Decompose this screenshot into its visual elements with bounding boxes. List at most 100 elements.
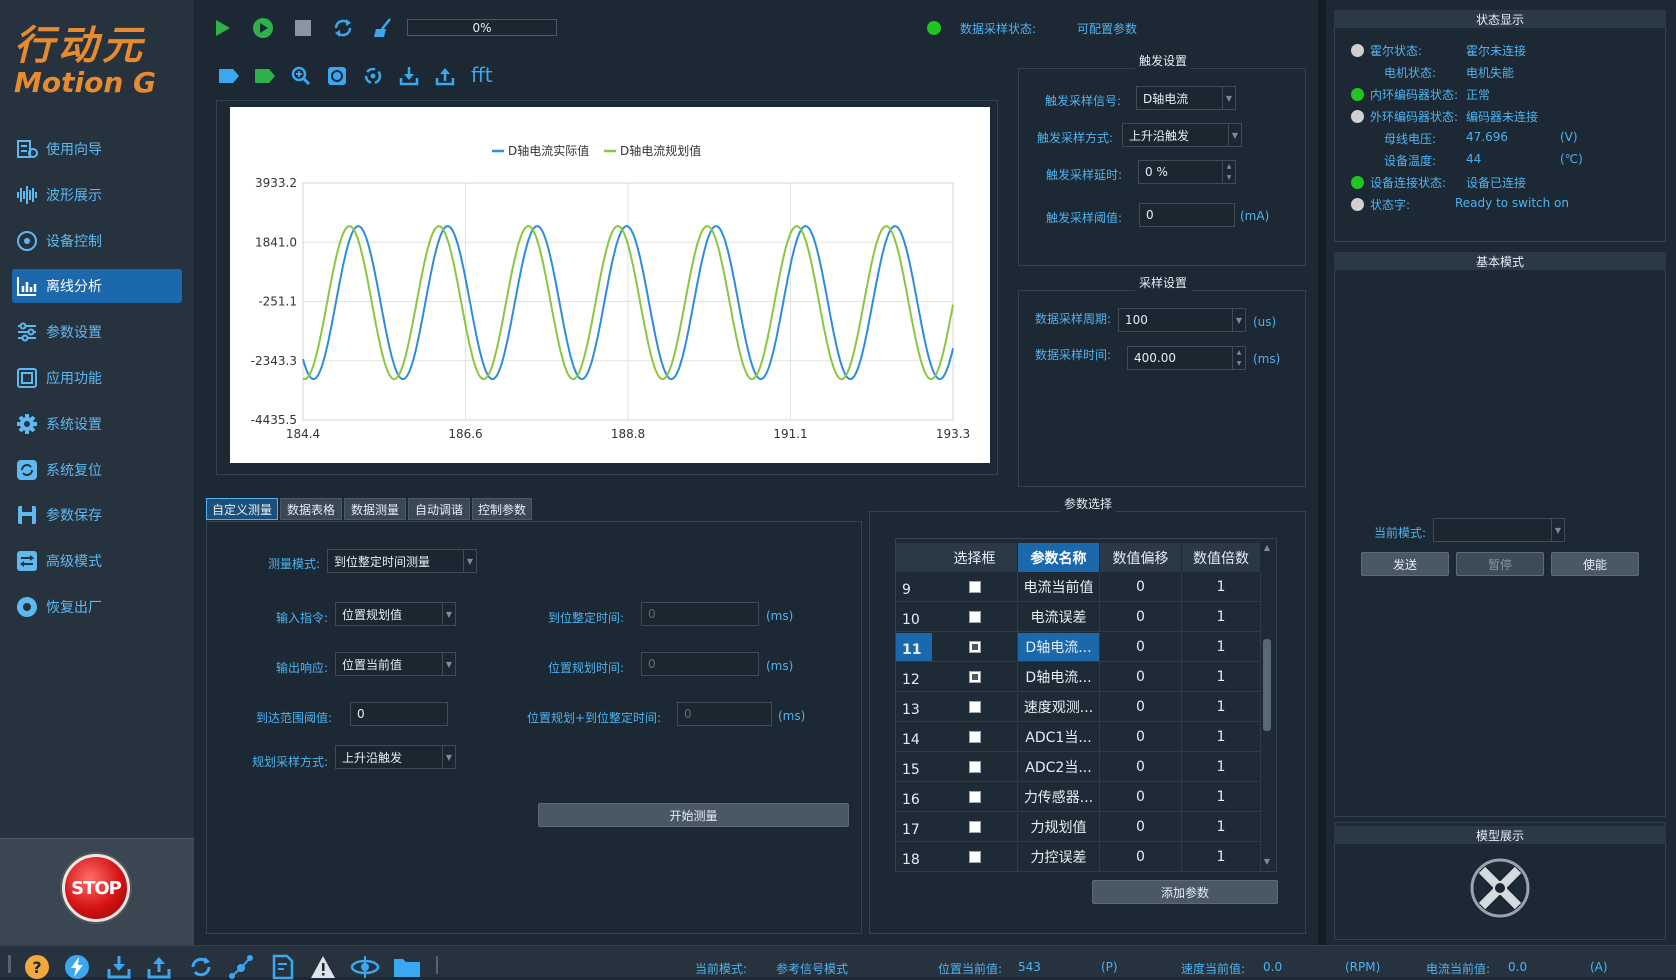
table-row-offset[interactable]: 0 <box>1100 603 1182 632</box>
table-row-checkbox-cell[interactable] <box>932 813 1018 842</box>
table-row-scale[interactable]: 1 <box>1182 603 1261 632</box>
table-row-name[interactable]: 力控误差 <box>1018 843 1100 872</box>
table-row-checkbox-cell[interactable] <box>932 783 1018 812</box>
warning-icon[interactable] <box>310 954 336 980</box>
table-row-scale[interactable]: 1 <box>1182 663 1261 692</box>
table-scrollbar[interactable]: ▲ ▼ <box>1261 543 1273 869</box>
sidebar-item-0[interactable]: 使用向导 <box>12 132 182 166</box>
fft-button[interactable]: fft <box>471 63 493 87</box>
range-threshold-input[interactable]: 0 <box>350 702 448 726</box>
checkbox[interactable] <box>968 641 981 653</box>
table-row-number[interactable]: 15 <box>896 753 932 782</box>
sidebar-item-6[interactable]: 系统设置 <box>12 407 182 441</box>
tab-1[interactable]: 数据表格 <box>280 498 342 520</box>
table-row-name[interactable]: ADC2当... <box>1018 753 1100 782</box>
sidebar-item-4[interactable]: 参数设置 <box>12 315 182 349</box>
sidebar-item-7[interactable]: 系统复位 <box>12 453 182 487</box>
table-row-offset[interactable]: 0 <box>1100 813 1182 842</box>
table-row-number[interactable]: 18 <box>896 843 932 872</box>
table-row-offset[interactable]: 0 <box>1100 783 1182 812</box>
spin-arrows-icon[interactable]: ▲ ▼ <box>1222 161 1235 183</box>
table-row-checkbox-cell[interactable] <box>932 843 1018 872</box>
download-device-icon[interactable] <box>106 954 132 980</box>
sidebar-item-10[interactable]: 恢复出厂 <box>12 590 182 624</box>
start-measure-button[interactable]: 开始测量 <box>538 803 849 827</box>
current-mode-select[interactable]: ▼ <box>1433 518 1565 542</box>
pause-button[interactable]: 暂停 <box>1456 552 1544 576</box>
table-row-scale[interactable]: 1 <box>1182 723 1261 752</box>
table-row-number[interactable]: 11 <box>896 633 932 662</box>
sampling-time-spinbox[interactable]: 400.00 ▲ ▼ <box>1127 346 1246 370</box>
table-row-number[interactable]: 9 <box>896 573 932 602</box>
trigger-mode-select[interactable]: 上升沿触发 ▼ <box>1122 123 1242 147</box>
table-row-number[interactable]: 14 <box>896 723 932 752</box>
table-row-checkbox-cell[interactable] <box>932 693 1018 722</box>
table-row-offset[interactable]: 0 <box>1100 573 1182 602</box>
help-icon[interactable]: ? <box>24 954 50 980</box>
table-row-scale[interactable]: 1 <box>1182 573 1261 602</box>
table-row-number[interactable]: 17 <box>896 813 932 842</box>
output-response-select[interactable]: 位置当前值 ▼ <box>335 652 456 676</box>
table-row-checkbox-cell[interactable] <box>932 633 1018 662</box>
checkbox[interactable] <box>968 581 981 593</box>
table-row-checkbox-cell[interactable] <box>932 663 1018 692</box>
table-row-checkbox-cell[interactable] <box>932 753 1018 782</box>
tab-3[interactable]: 自动调谐 <box>408 498 470 520</box>
sidebar-item-1[interactable]: 波形展示 <box>12 178 182 212</box>
spin-arrows-icon[interactable]: ▲ ▼ <box>1232 347 1245 369</box>
sync-icon[interactable] <box>188 954 214 980</box>
input-command-select[interactable]: 位置规划值 ▼ <box>335 602 456 626</box>
table-header-0[interactable]: 选择框 <box>932 543 1018 572</box>
sidebar-item-2[interactable]: 设备控制 <box>12 224 182 258</box>
download-icon[interactable] <box>398 65 420 87</box>
table-row-name[interactable]: 力规划值 <box>1018 813 1100 842</box>
refresh-icon[interactable] <box>332 17 354 39</box>
tab-0[interactable]: 自定义测量 <box>206 498 278 520</box>
broom-icon[interactable] <box>372 17 394 39</box>
checkbox[interactable] <box>968 851 981 863</box>
plan-mode-select[interactable]: 上升沿触发 ▼ <box>335 745 456 769</box>
table-row-scale[interactable]: 1 <box>1182 633 1261 662</box>
sampling-period-select[interactable]: 100 ▼ <box>1118 308 1246 332</box>
play-icon[interactable] <box>212 17 234 39</box>
checkbox[interactable] <box>968 761 981 773</box>
table-row-name[interactable]: 电流误差 <box>1018 603 1100 632</box>
table-row-number[interactable]: 10 <box>896 603 932 632</box>
table-row-offset[interactable]: 0 <box>1100 663 1182 692</box>
waveform-chart[interactable]: 184.4 186.6 188.8 191.1 193.3 3933.2 1841.0 -25… <box>230 107 990 463</box>
tag-green-icon[interactable] <box>254 65 276 87</box>
table-row-checkbox-cell[interactable] <box>932 573 1018 602</box>
table-row-scale[interactable]: 1 <box>1182 753 1261 782</box>
table-row-name[interactable]: D轴电流... <box>1018 633 1100 662</box>
plan-time-input[interactable]: 0 <box>641 652 759 676</box>
stop-square-icon[interactable] <box>292 17 314 39</box>
checkbox[interactable] <box>968 671 981 683</box>
table-row-number[interactable]: 12 <box>896 663 932 692</box>
table-row-name[interactable]: 力传感器... <box>1018 783 1100 812</box>
checkbox[interactable] <box>968 821 981 833</box>
fit-icon[interactable] <box>326 65 348 87</box>
add-param-button[interactable]: 添加参数 <box>1092 880 1278 904</box>
scroll-up-icon[interactable]: ▲ <box>1261 543 1273 555</box>
table-row-offset[interactable]: 0 <box>1100 843 1182 872</box>
table-row-scale[interactable]: 1 <box>1182 693 1261 722</box>
move-icon[interactable] <box>362 65 384 87</box>
checkbox[interactable] <box>968 611 981 623</box>
scroll-down-icon[interactable]: ▼ <box>1261 857 1273 869</box>
checkbox[interactable] <box>968 731 981 743</box>
enable-button[interactable]: 使能 <box>1551 552 1639 576</box>
table-header-2[interactable]: 数值偏移 <box>1100 543 1182 572</box>
table-row-offset[interactable]: 0 <box>1100 693 1182 722</box>
upload-device-icon[interactable] <box>146 954 172 980</box>
table-row-name[interactable]: ADC1当... <box>1018 723 1100 752</box>
folder-icon[interactable] <box>392 954 422 980</box>
table-row-number[interactable]: 16 <box>896 783 932 812</box>
table-row-checkbox-cell[interactable] <box>932 603 1018 632</box>
upload-icon[interactable] <box>434 65 456 87</box>
table-header-1[interactable]: 参数名称 <box>1018 543 1100 572</box>
network-icon[interactable] <box>228 954 254 980</box>
table-row-number[interactable]: 13 <box>896 693 932 722</box>
sidebar-item-9[interactable]: 高级模式 <box>12 544 182 578</box>
sidebar-item-5[interactable]: 应用功能 <box>12 361 182 395</box>
play-circle-icon[interactable] <box>252 17 274 39</box>
